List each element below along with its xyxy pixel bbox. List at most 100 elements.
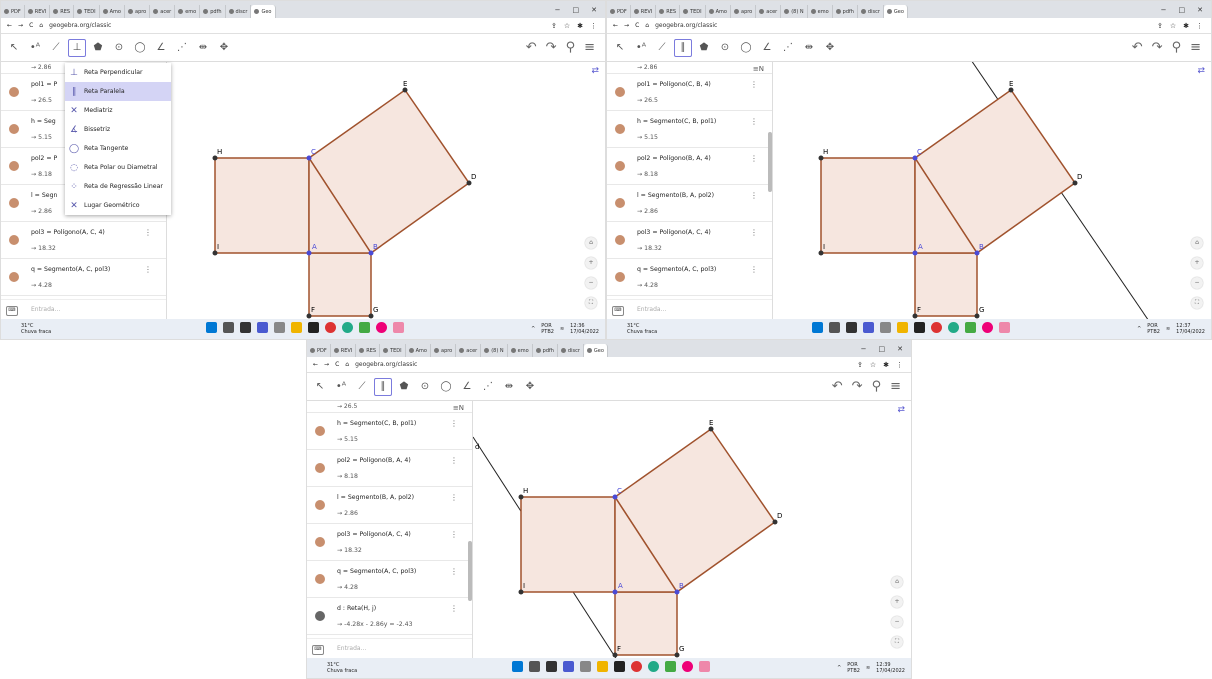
color-app-icon[interactable] — [982, 322, 993, 333]
hamburger-icon[interactable]: ≡ — [584, 40, 595, 55]
more-icon[interactable]: ⋮ — [750, 265, 758, 274]
visibility-toggle[interactable] — [9, 87, 19, 97]
chrome-icon[interactable] — [948, 322, 959, 333]
menu-item[interactable]: ∡ Bissetriz — [65, 120, 171, 139]
zoom-out-icon[interactable]: − — [585, 277, 597, 289]
more-icon[interactable]: ⋮ — [450, 419, 458, 428]
construction-canvas[interactable]: A B C D E F G H I — [773, 62, 1211, 319]
algebra-row[interactable]: q = Segmento(A, C, pol3) → 4.28 ⋮ — [607, 259, 772, 296]
visibility-toggle[interactable] — [615, 272, 625, 282]
store-icon[interactable] — [914, 322, 925, 333]
browser-tab-active[interactable]: Geo — [583, 344, 608, 357]
home-view-icon[interactable]: ⌂ — [1191, 237, 1203, 249]
browser-tab-active[interactable]: Geo — [251, 5, 276, 18]
forward-icon[interactable]: → — [324, 361, 329, 368]
undo-icon[interactable]: ↶ — [832, 379, 843, 394]
input-bar[interactable]: Entrada... — [307, 638, 472, 658]
algebra-definition[interactable]: pol3 = Polígono(A, C, 4) — [637, 229, 711, 236]
menu-item[interactable]: ∥ Reta Paralela — [65, 82, 171, 101]
algebra-definition[interactable]: pol3 = Polígono(A, C, 4) — [337, 531, 411, 538]
algebra-row[interactable]: l = Segmento(B, A, pol2) → 2.86 ⋮ — [307, 487, 472, 524]
search-icon[interactable] — [829, 322, 840, 333]
zoom-in-icon[interactable]: + — [585, 257, 597, 269]
weather-widget[interactable]: 31°C Chuva fraca — [627, 323, 657, 335]
chat-icon[interactable] — [274, 322, 285, 333]
browser-tab[interactable]: apro — [731, 5, 757, 18]
more-icon[interactable]: ⋮ — [144, 228, 152, 237]
redo-icon[interactable]: ↷ — [1152, 40, 1163, 55]
construction-canvas[interactable]: d A B C D E F G H I — [473, 401, 911, 658]
reflect-icon[interactable]: ⋰ — [779, 39, 797, 57]
forward-icon[interactable]: → — [624, 22, 629, 29]
graphics-view[interactable]: ⇄ d A B C D E F G H I ⌂ + − ⛶ — [473, 401, 911, 658]
url-field[interactable]: geogebra.org/classic — [49, 22, 111, 29]
algebra-definition[interactable]: pol2 = Polígono(B, A, 4) — [637, 155, 711, 162]
menu-item[interactable]: ⁘ Reta de Regressão Linear — [65, 177, 171, 196]
search-icon[interactable]: ⚲ — [1172, 40, 1182, 55]
close-icon[interactable]: ✕ — [591, 6, 597, 14]
url-field[interactable]: geogebra.org/classic — [655, 22, 717, 29]
algebra-row[interactable]: pol2 = Polígono(B, A, 4) → 8.18 ⋮ — [307, 450, 472, 487]
store-icon[interactable] — [308, 322, 319, 333]
color-app-icon[interactable] — [682, 661, 693, 672]
browser-tab[interactable]: TEDI — [74, 5, 100, 18]
opera-icon[interactable] — [325, 322, 336, 333]
input-bar[interactable]: Entrada... — [1, 299, 166, 319]
browser-tab[interactable]: REVI — [631, 5, 657, 18]
star-icon[interactable]: ☆ — [564, 22, 570, 30]
visibility-toggle[interactable] — [615, 198, 625, 208]
point-icon[interactable]: •ᴬ — [332, 378, 350, 396]
slider-icon[interactable]: ⇹ — [500, 378, 518, 396]
undo-icon[interactable]: ↶ — [1132, 40, 1143, 55]
slider-icon[interactable]: ⇹ — [194, 39, 212, 57]
search-icon[interactable] — [529, 661, 540, 672]
slider-icon[interactable]: ⇹ — [800, 39, 818, 57]
extensions-icon[interactable]: ✱ — [577, 22, 583, 30]
more-icon[interactable]: ⋮ — [450, 493, 458, 502]
algebra-definition[interactable]: pol2 = P — [31, 155, 57, 162]
visibility-toggle[interactable] — [315, 611, 325, 621]
angle-icon[interactable]: ∠ — [458, 378, 476, 396]
windows-icon[interactable] — [812, 322, 823, 333]
algebra-definition[interactable]: q = Segmento(A, C, pol3) — [637, 266, 716, 273]
maximize-icon[interactable]: □ — [879, 345, 886, 353]
point-icon[interactable]: •ᴬ — [632, 39, 650, 57]
visibility-toggle[interactable] — [315, 463, 325, 473]
browser-tab[interactable]: apro — [125, 5, 151, 18]
move-view-icon[interactable]: ✥ — [821, 39, 839, 57]
menu-icon[interactable]: ⋮ — [590, 22, 597, 30]
algebra-definition[interactable]: l = Segmento(B, A, pol2) — [337, 494, 414, 501]
star-icon[interactable]: ☆ — [870, 361, 876, 369]
reflect-icon[interactable]: ⋰ — [479, 378, 497, 396]
circle-3pt-icon[interactable]: ◯ — [437, 378, 455, 396]
keyboard-icon[interactable]: ⌨ — [612, 306, 624, 316]
visibility-toggle[interactable] — [315, 537, 325, 547]
home-icon[interactable]: ⌂ — [345, 361, 349, 368]
browser-tab[interactable]: Amo — [406, 344, 431, 357]
algebra-row[interactable]: h = Segmento(C, B, pol1) → 5.15 ⋮ — [607, 111, 772, 148]
home-view-icon[interactable]: ⌂ — [891, 576, 903, 588]
algebra-definition[interactable]: l = Segmento(B, A, pol2) — [637, 192, 714, 199]
minecraft-icon[interactable] — [665, 661, 676, 672]
close-icon[interactable]: ✕ — [1197, 6, 1203, 14]
visibility-toggle[interactable] — [615, 124, 625, 134]
folder-icon[interactable] — [291, 322, 302, 333]
chrome-icon[interactable] — [342, 322, 353, 333]
more-icon[interactable]: ⋮ — [750, 228, 758, 237]
opera-icon[interactable] — [631, 661, 642, 672]
browser-tab[interactable]: pdfh — [833, 5, 858, 18]
visibility-toggle[interactable] — [9, 124, 19, 134]
perpendicular-icon[interactable]: ⊥ — [68, 38, 86, 57]
task-view-icon[interactable] — [546, 661, 557, 672]
search-icon[interactable]: ⚲ — [566, 40, 576, 55]
visibility-toggle[interactable] — [615, 161, 625, 171]
redo-icon[interactable]: ↷ — [852, 379, 863, 394]
menu-item[interactable]: ✕ Mediatriz — [65, 101, 171, 120]
visibility-toggle[interactable] — [315, 426, 325, 436]
circle-icon[interactable]: ⊙ — [716, 39, 734, 57]
close-icon[interactable]: ✕ — [897, 345, 903, 353]
more-icon[interactable]: ⋮ — [450, 604, 458, 613]
circle-icon[interactable]: ⊙ — [416, 378, 434, 396]
algebra-definition[interactable]: pol3 = Polígono(A, C, 4) — [31, 229, 105, 236]
minimize-icon[interactable]: − — [1161, 6, 1167, 14]
